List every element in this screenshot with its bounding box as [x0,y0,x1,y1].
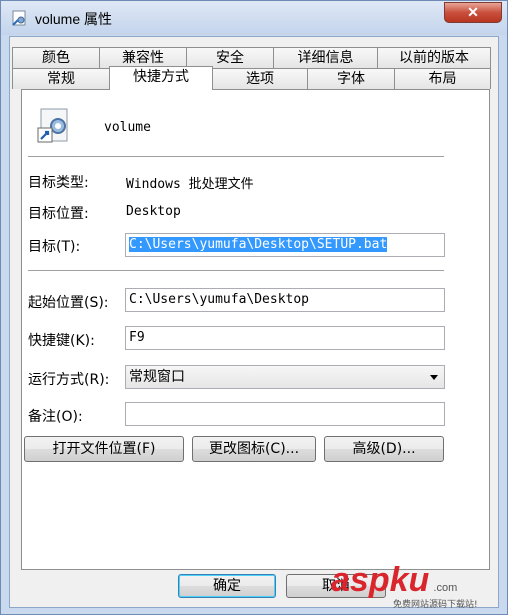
tab-layout[interactable]: 布局 [394,68,491,89]
ok-button[interactable]: 确定 [178,574,276,598]
batch-file-icon [12,10,26,26]
chevron-down-icon [430,375,438,380]
start-in-label: 起始位置(S): [28,295,109,311]
tab-shortcut[interactable]: 快捷方式 [109,66,213,90]
target-input[interactable]: C:\Users\yumufa\Desktop\SETUP.bat [125,233,445,257]
title-bar[interactable]: volume 属性 ✕ [1,1,507,35]
open-file-location-button[interactable]: 打开文件位置(F) [24,436,184,462]
advanced-button[interactable]: 高级(D)... [324,436,444,462]
divider [28,156,444,158]
run-mode-value: 常规窗口 [129,369,185,385]
target-input-value: C:\Users\yumufa\Desktop\SETUP.bat [129,237,388,252]
comment-input[interactable] [125,402,445,426]
tab-details[interactable]: 详细信息 [273,47,378,68]
start-in-input[interactable]: C:\Users\yumufa\Desktop [125,288,445,312]
watermark-tagline: 免费网站源码下载站! [393,600,478,610]
watermark-logo: aspku .com 免费网站源码下载站! [331,561,478,610]
watermark-brand: aspku [331,561,430,599]
hotkey-value: F9 [129,330,145,345]
hotkey-label: 快捷键(K): [28,333,95,349]
dialog-body: 颜色 兼容性 安全 详细信息 以前的版本 常规 快捷方式 选项 字体 布局 vo… [9,36,499,608]
target-type-label: 目标类型: [28,175,89,191]
divider [28,270,444,272]
shortcut-panel: volume 目标类型: Windows 批处理文件 目标位置: Desktop… [21,89,490,570]
comment-label: 备注(O): [28,409,83,425]
tab-general[interactable]: 常规 [12,68,110,89]
tab-font[interactable]: 字体 [307,68,395,89]
target-location-label: 目标位置: [28,206,89,222]
tab-previous-versions[interactable]: 以前的版本 [377,47,491,68]
change-icon-button[interactable]: 更改图标(C)... [192,436,316,462]
target-label: 目标(T): [28,239,81,255]
shortcut-name: volume [104,120,151,135]
window-title: volume 属性 [35,11,113,27]
close-button[interactable]: ✕ [444,2,502,23]
hotkey-input[interactable]: F9 [125,326,445,350]
tab-compatibility[interactable]: 兼容性 [99,47,187,68]
properties-window: volume 属性 ✕ 颜色 兼容性 安全 详细信息 以前的版本 常规 快捷方式… [0,0,508,615]
start-in-value: C:\Users\yumufa\Desktop [129,292,310,307]
tab-colors[interactable]: 颜色 [12,47,100,68]
run-mode-select[interactable]: 常规窗口 [125,365,445,389]
tab-security[interactable]: 安全 [186,47,274,68]
target-type-value: Windows 批处理文件 [126,177,254,192]
target-location-value: Desktop [126,204,181,219]
batch-shortcut-icon [37,108,68,143]
close-icon: ✕ [467,4,479,20]
tab-options[interactable]: 选项 [212,68,308,89]
watermark-domain: .com [433,582,458,594]
run-mode-label: 运行方式(R): [28,372,110,388]
